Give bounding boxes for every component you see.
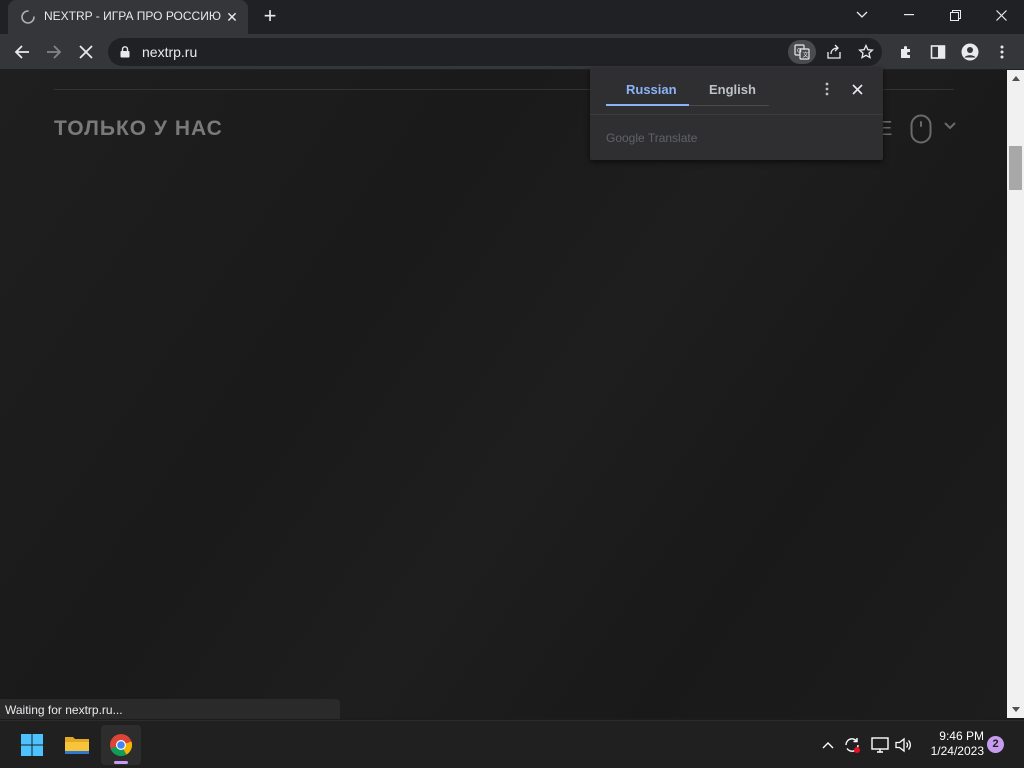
- svg-text:G: G: [797, 48, 802, 55]
- minimize-icon[interactable]: [887, 0, 931, 30]
- page-heading: ТОЛЬКО У НАС: [54, 117, 223, 140]
- google-translate-label: Google Translate: [606, 131, 698, 145]
- lock-icon[interactable]: [120, 46, 130, 58]
- stop-loading-icon[interactable]: [73, 39, 99, 65]
- clock-time: 9:46 PM: [939, 729, 984, 743]
- taskbar-clock[interactable]: 9:46 PM 1/24/2023: [918, 729, 984, 759]
- windows-taskbar: 9:46 PM 1/24/2023 2: [0, 720, 1024, 768]
- url-text[interactable]: nextrp.ru: [142, 44, 197, 60]
- translate-bubble: Russian English Google Translate: [590, 68, 883, 160]
- translate-separator: [590, 114, 883, 115]
- windows-start-icon[interactable]: [12, 725, 52, 765]
- side-panel-icon[interactable]: [925, 39, 951, 65]
- translate-close-icon[interactable]: [848, 80, 866, 98]
- translate-tab-english[interactable]: English: [709, 82, 756, 97]
- network-icon[interactable]: [870, 735, 890, 755]
- menu-icon[interactable]: [989, 39, 1015, 65]
- scroll-up-arrow-icon[interactable]: [1007, 70, 1024, 87]
- browser-toolbar: nextrp.ru G 文: [0, 34, 1024, 70]
- active-app-indicator: [114, 761, 128, 764]
- forward-icon[interactable]: [41, 39, 67, 65]
- mouse-scroll-icon: [910, 114, 932, 144]
- file-explorer-icon[interactable]: [57, 725, 97, 765]
- profile-icon[interactable]: [957, 39, 983, 65]
- new-tab-button[interactable]: +: [258, 5, 282, 29]
- chevron-down-icon[interactable]: [944, 122, 956, 130]
- page-scrollbar[interactable]: [1007, 70, 1024, 718]
- status-text: Waiting for nextrp.ru...: [5, 703, 123, 717]
- show-hidden-icons-chevron[interactable]: [818, 735, 838, 755]
- scroll-down-arrow-icon[interactable]: [1007, 701, 1024, 718]
- bookmark-star-icon[interactable]: [852, 40, 880, 64]
- notification-badge[interactable]: 2: [987, 736, 1004, 753]
- loading-spinner-icon: [21, 10, 35, 24]
- desktop-screen: NEXTRP - ИГРА ПРО РОССИЮ ✕ + nextrp.ru G…: [0, 0, 1024, 768]
- tab-close-icon[interactable]: ✕: [222, 7, 242, 27]
- web-page: ТОЛЬКО У НАС Е: [0, 70, 1007, 718]
- tab-title: NEXTRP - ИГРА ПРО РОССИЮ: [44, 9, 221, 23]
- translate-tab-indicator: [606, 104, 689, 106]
- sync-icon[interactable]: [842, 735, 862, 755]
- window-close-icon[interactable]: [979, 0, 1023, 30]
- volume-icon[interactable]: [894, 735, 914, 755]
- clock-date: 1/24/2023: [930, 744, 984, 758]
- translate-icon[interactable]: G 文: [788, 40, 816, 64]
- browser-tab[interactable]: NEXTRP - ИГРА ПРО РОССИЮ ✕: [8, 0, 248, 34]
- svg-text:文: 文: [803, 51, 809, 59]
- share-icon[interactable]: [820, 40, 848, 64]
- extensions-icon[interactable]: [893, 39, 919, 65]
- translate-tab-russian[interactable]: Russian: [626, 82, 677, 97]
- back-icon[interactable]: [9, 39, 35, 65]
- translate-options-icon[interactable]: [818, 80, 836, 98]
- chrome-icon[interactable]: [101, 725, 141, 765]
- browser-tab-strip: NEXTRP - ИГРА ПРО РОССИЮ ✕ +: [0, 0, 1024, 34]
- address-bar[interactable]: nextrp.ru G 文: [108, 38, 882, 66]
- tab-search-icon[interactable]: [840, 0, 884, 30]
- status-bubble: Waiting for nextrp.ru...: [0, 699, 340, 719]
- scrollbar-thumb[interactable]: [1009, 146, 1022, 190]
- restore-icon[interactable]: [933, 0, 977, 30]
